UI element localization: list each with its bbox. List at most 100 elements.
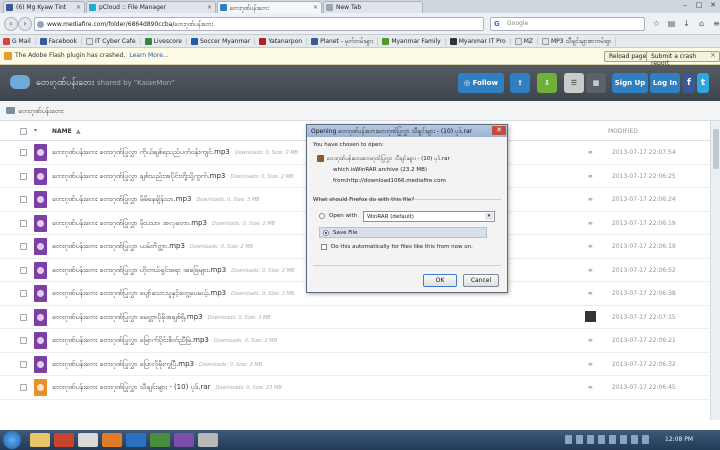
row-checkbox[interactable]	[20, 243, 27, 250]
bookmark-item[interactable]: MP3 သီချင်းများစာတမ်းရှာ	[542, 36, 617, 46]
link-icon[interactable]: ⚭	[587, 172, 594, 181]
forward-icon[interactable]: ›	[18, 17, 32, 31]
chrome-icon[interactable]	[78, 433, 98, 447]
menu-icon[interactable]: ≡	[712, 19, 720, 28]
url-bar[interactable]: www.mediafire.com/folder/6864d890ccba/တေ…	[34, 17, 484, 31]
search-input[interactable]: G Google	[490, 17, 645, 31]
tray-icon[interactable]	[609, 435, 616, 444]
auto-checkbox[interactable]	[321, 244, 327, 250]
link-icon[interactable]: ⚭	[587, 289, 594, 298]
file-row[interactable]: တေးဂုဏ်ပန်းတေး တေးဂုဏ်ပြုလွှာ သီချင်းမျာ…	[0, 376, 720, 400]
star-icon[interactable]: ☆	[652, 19, 661, 28]
file-name[interactable]: တေးဂုဏ်ပန်းတေး တေးဂုဏ်ပြုလွှာ ယမ်ဘိတ္တာ.…	[52, 242, 253, 252]
start-button-icon[interactable]	[3, 431, 21, 449]
bookmark-item[interactable]: G Mail	[3, 37, 36, 45]
firefox-icon[interactable]	[102, 433, 122, 447]
log-in-button[interactable]: Log In	[650, 73, 680, 93]
bookmark-item[interactable]: Planet - မှတ်တမ်းများ	[311, 36, 379, 46]
tray-icon[interactable]	[587, 435, 594, 444]
app-icon[interactable]	[198, 433, 218, 447]
browser-tab-facebook[interactable]: (6) Mg Kyaw Tint ×	[3, 1, 85, 13]
media-player-icon[interactable]	[54, 433, 74, 447]
bookmark-item[interactable]: Soccer Myanmar	[190, 37, 256, 45]
file-row[interactable]: တေးဂုဏ်ပန်းတေး တေးဂုဏ်ပြုလွှာ မြောက်ပိုင…	[0, 329, 720, 353]
app-icon[interactable]	[174, 433, 194, 447]
row-checkbox[interactable]	[20, 313, 27, 321]
link-icon[interactable]: ⚭	[587, 266, 594, 275]
bookmarks-icon[interactable]: ▤	[667, 19, 676, 28]
row-checkbox[interactable]	[20, 266, 27, 274]
close-tab-icon[interactable]: ×	[76, 4, 81, 11]
breadcrumb-item[interactable]: တေးဂုဏ်ပန်းတေး	[18, 107, 63, 117]
close-dialog-icon[interactable]: ✕	[492, 126, 506, 135]
facebook-icon[interactable]: f	[683, 73, 695, 93]
sign-up-button[interactable]: Sign Up	[612, 73, 648, 93]
download-folder-icon[interactable]: ⇩	[537, 73, 557, 93]
list-view-icon[interactable]: ☰	[564, 73, 584, 93]
word-icon[interactable]	[126, 433, 146, 447]
link-icon[interactable]: ⚭	[587, 195, 594, 204]
file-name[interactable]: တေးဂုဏ်ပန်းတေး တေးဂုဏ်ပြုလွှာ မိုးပသာ၊ အ…	[52, 219, 275, 229]
close-window-icon[interactable]: ✕	[706, 0, 720, 11]
row-checkbox[interactable]	[20, 219, 27, 227]
row-checkbox[interactable]	[20, 149, 27, 156]
file-row[interactable]: တေးဂုဏ်ပန်းတေး တေးဂုဏ်ပြုလွှာ ပြောလိုမို…	[0, 353, 720, 376]
save-file-radio[interactable]	[323, 230, 329, 236]
clock[interactable]: 12:08 PM	[665, 436, 693, 443]
download-icon[interactable]: ↓	[682, 19, 691, 28]
link-icon[interactable]: ⚭	[587, 148, 594, 157]
bookmark-item[interactable]: Facebook	[39, 37, 82, 45]
bookmark-item[interactable]: Myanmar Family	[382, 37, 446, 45]
browser-tab-mediafire[interactable]: တေးဂုဏ်ပန်းတေး ×	[217, 1, 322, 13]
file-name[interactable]: တေးဂုဏ်ပန်းတေး တေးဂုဏ်ပြုလွှာ သီချင်းမျာ…	[52, 383, 282, 393]
back-icon[interactable]: ‹	[4, 17, 18, 31]
row-checkbox[interactable]	[20, 290, 27, 297]
close-tab-icon[interactable]: ×	[313, 4, 318, 11]
row-checkbox[interactable]	[20, 196, 27, 203]
modified-column-header[interactable]: MODIFIED	[608, 128, 638, 135]
browser-tab-pcloud[interactable]: pCloud :: File Manager ×	[86, 1, 216, 13]
file-name[interactable]: တေးဂုဏ်ပန်းတေး တေးဂုဏ်ပြုလွှာ ဟိုတယ်ရှင်…	[52, 266, 294, 276]
tray-icon[interactable]	[620, 435, 627, 444]
grid-view-icon[interactable]: ▦	[586, 73, 606, 93]
file-name[interactable]: တေးဂုဏ်ပန်းတေး တေးဂုဏ်ပြုလွှာ မိမိနေချိန…	[52, 195, 260, 205]
scrollbar-thumb[interactable]	[713, 129, 719, 169]
submit-crash-report-button[interactable]: Submit a crash report	[646, 51, 720, 67]
twitter-icon[interactable]: t	[697, 73, 709, 93]
bookmark-item[interactable]: IT Cyber Cafe	[85, 37, 141, 45]
open-with-select[interactable]: WinRAR (default) ▾	[363, 211, 495, 222]
ok-button[interactable]: OK	[423, 274, 457, 287]
file-row[interactable]: တေးဂုဏ်ပန်းတေး တေးဂုဏ်ပြုလွှာ မေတ္တာပိုမ…	[0, 306, 720, 329]
link-icon[interactable]: ⚭	[587, 242, 594, 251]
tray-icon[interactable]	[576, 435, 583, 444]
scrollbar[interactable]	[710, 121, 720, 420]
minimize-icon[interactable]: –	[678, 0, 692, 11]
chevron-down-icon[interactable]: ▾	[34, 127, 37, 134]
row-checkbox[interactable]	[20, 337, 27, 344]
close-icon[interactable]: ×	[710, 51, 716, 59]
row-checkbox[interactable]	[20, 360, 27, 368]
bookmark-item[interactable]: Myanmar IT Pro	[449, 37, 511, 45]
file-name[interactable]: တေးဂုဏ်ပန်းတေး တေးဂုဏ်ပြုလွှာ ပြောလိုမို…	[52, 360, 262, 370]
bookmark-item[interactable]: MZ	[514, 37, 538, 45]
share-icon[interactable]: ⇪	[510, 73, 530, 93]
tray-icon[interactable]	[642, 435, 649, 444]
file-marker-icon[interactable]	[585, 310, 596, 322]
file-name[interactable]: တေးဂုဏ်ပန်းတေး တေးဂုဏ်ပြုလွှာ ချစ်သည်းအပ…	[52, 172, 294, 182]
file-name[interactable]: တေးဂုဏ်ပန်းတေး တေးဂုဏ်ပြုလွှာ ကိုယ်ချစ်ရ…	[52, 148, 298, 158]
explorer-icon[interactable]	[30, 433, 50, 447]
learn-more-link[interactable]: Learn More...	[129, 52, 168, 59]
close-tab-icon[interactable]: ×	[207, 4, 212, 11]
row-checkbox[interactable]	[20, 384, 27, 391]
select-all-checkbox[interactable]	[20, 128, 27, 135]
bookmark-item[interactable]: Yatanarpon	[259, 37, 308, 45]
link-icon[interactable]: ⚭	[587, 360, 594, 369]
link-icon[interactable]: ⚭	[587, 336, 594, 345]
name-column-header[interactable]: NAME	[52, 128, 72, 135]
link-icon[interactable]: ⚭	[587, 219, 594, 228]
follow-button[interactable]: ◎ Follow	[458, 73, 504, 93]
file-name[interactable]: တေးဂုဏ်ပန်းတေး တေးဂုဏ်ပြုလွှာ မြောက်ပိုင…	[52, 336, 277, 346]
open-with-radio[interactable]	[319, 213, 325, 219]
tray-icon[interactable]	[565, 435, 572, 444]
row-checkbox[interactable]	[20, 172, 27, 180]
